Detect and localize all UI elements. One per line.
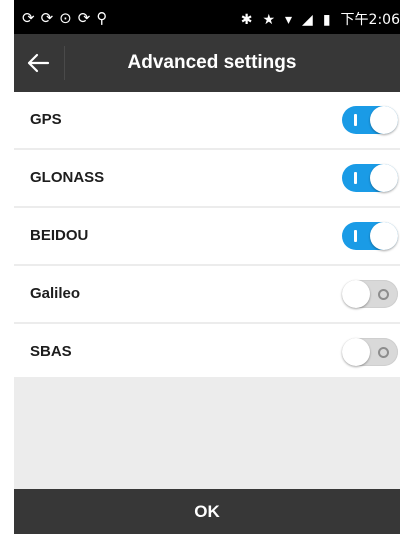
system-icons: ✱ ★ ▾ ◢ ▮ 下午2:06 <box>231 9 400 29</box>
toggle-knob <box>370 164 398 192</box>
setting-row-galileo: Galileo <box>14 266 400 324</box>
settings-list: GPS GLONASS BEIDOU Galileo SBAS <box>14 92 400 382</box>
setting-label: GPS <box>30 111 62 128</box>
setting-row-beidou: BEIDOU <box>14 208 400 266</box>
battery-icon: ▮ <box>322 12 331 28</box>
off-indicator-icon <box>378 347 389 358</box>
back-arrow-icon <box>27 53 50 73</box>
on-indicator-icon <box>354 172 357 184</box>
toggle-knob <box>370 222 398 250</box>
notification-icon: ⚲ <box>96 9 114 27</box>
clock: 下午2:06 <box>340 12 400 28</box>
ok-button[interactable]: OK <box>14 489 400 534</box>
app-bar: Advanced settings <box>14 34 400 92</box>
on-indicator-icon <box>354 230 357 242</box>
notification-icon: ⟳ <box>77 9 97 27</box>
notification-icon: ⊙ <box>59 9 78 27</box>
bluetooth-icon: ✱ <box>240 12 253 28</box>
notification-icon: ⟳ <box>40 9 60 27</box>
gps-toggle[interactable] <box>342 106 398 134</box>
back-button[interactable] <box>14 34 62 92</box>
app-bar-divider <box>64 46 65 80</box>
status-bar: ⟳⟳⊙⟳⚲ ✱ ★ ▾ ◢ ▮ 下午2:06 <box>14 0 400 34</box>
toggle-knob <box>342 338 370 366</box>
empty-area <box>14 377 400 489</box>
setting-row-sbas: SBAS <box>14 324 400 382</box>
off-indicator-icon <box>378 289 389 300</box>
star-icon: ★ <box>262 12 276 28</box>
notification-icon: ⟳ <box>22 9 41 27</box>
toggle-knob <box>370 106 398 134</box>
glonass-toggle[interactable] <box>342 164 398 192</box>
sbas-toggle[interactable] <box>342 338 398 366</box>
wifi-icon: ▾ <box>285 12 293 28</box>
setting-label: BEIDOU <box>30 227 89 244</box>
setting-label: SBAS <box>30 343 72 360</box>
setting-row-gps: GPS <box>14 92 400 150</box>
on-indicator-icon <box>354 114 357 126</box>
beidou-toggle[interactable] <box>342 222 398 250</box>
setting-label: Galileo <box>30 285 81 302</box>
setting-label: GLONASS <box>30 169 105 186</box>
galileo-toggle[interactable] <box>342 280 398 308</box>
page-title: Advanced settings <box>127 52 297 73</box>
toggle-knob <box>342 280 370 308</box>
notification-icons: ⟳⟳⊙⟳⚲ <box>22 9 113 27</box>
setting-row-glonass: GLONASS <box>14 150 400 208</box>
signal-icon: ◢ <box>302 12 313 28</box>
